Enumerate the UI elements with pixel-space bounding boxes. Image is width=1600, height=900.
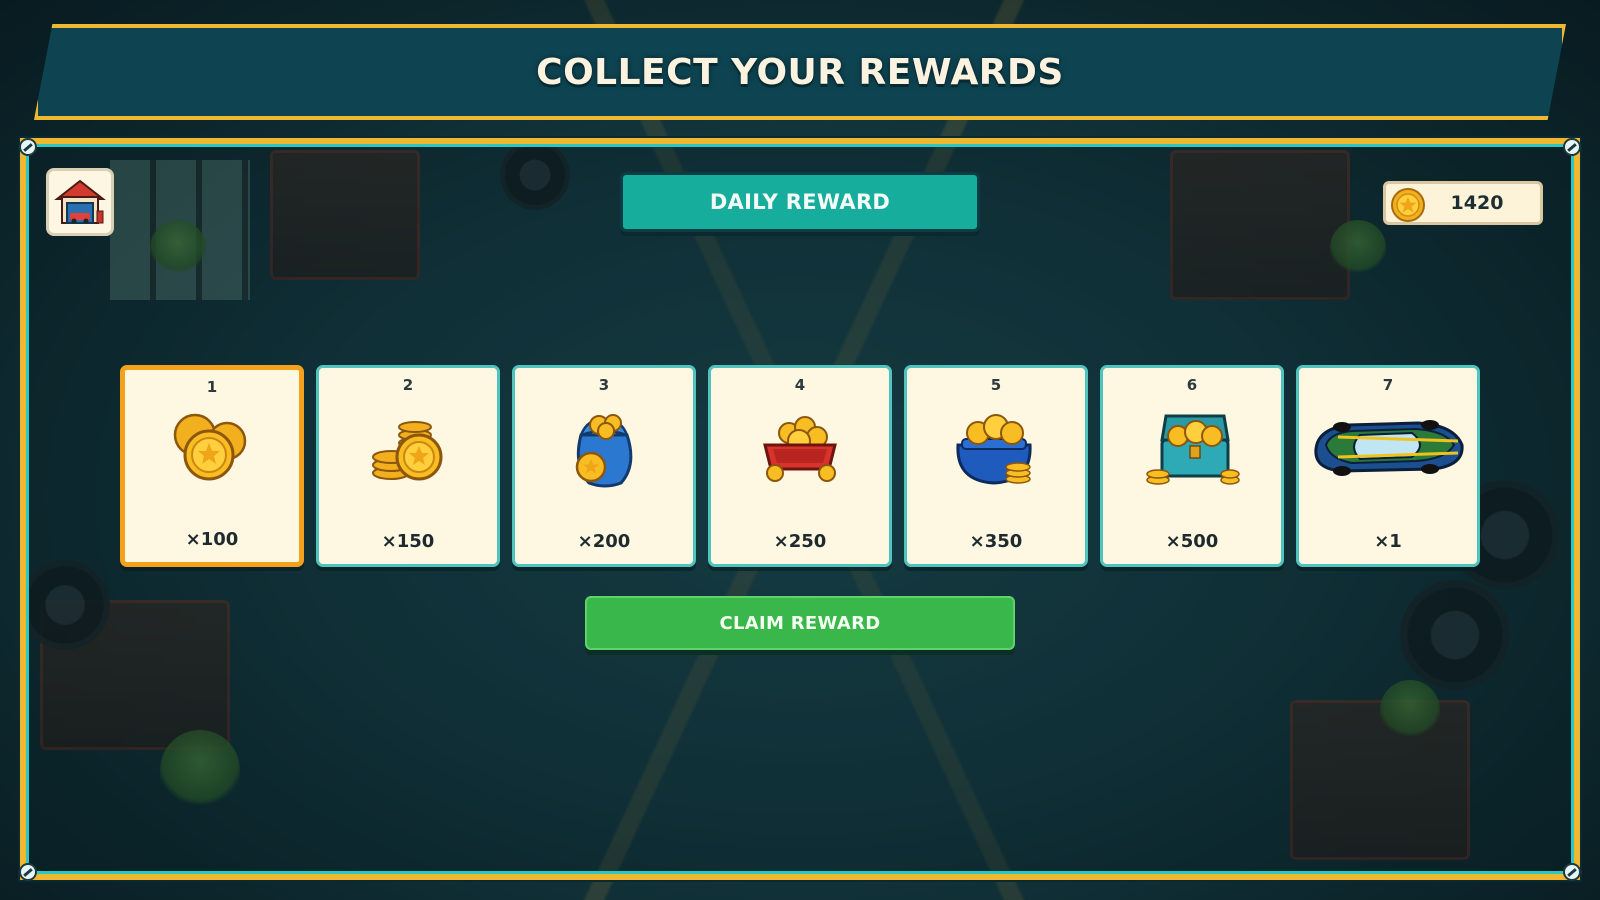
tab-daily-reward-label: DAILY REWARD — [709, 190, 891, 214]
reward-amount: ×500 — [1165, 531, 1219, 552]
claim-reward-button[interactable]: CLAIM REWARD — [585, 596, 1015, 650]
rivet-top-left — [19, 138, 37, 156]
gold-coin-icon — [1391, 188, 1425, 222]
coin-sack-icon — [956, 414, 1032, 485]
reward-day-number: 3 — [598, 376, 610, 394]
reward-amount: ×150 — [381, 531, 435, 552]
coin-bag-icon — [575, 414, 633, 488]
reward-card-day-3[interactable]: 3 ×200 — [512, 365, 696, 567]
title-banner: COLLECT YOUR REWARDS — [34, 24, 1566, 120]
reward-card-day-2[interactable]: 2 ×150 — [316, 365, 500, 567]
treasure-chest-icon — [1146, 414, 1240, 485]
reward-art — [907, 402, 1085, 492]
reward-amount: ×100 — [185, 529, 239, 550]
reward-art — [1103, 402, 1281, 492]
reward-day-number: 5 — [990, 376, 1002, 394]
garage-icon — [54, 179, 106, 224]
reward-card-day-1[interactable]: 1 ×100 — [120, 365, 304, 567]
rivet-top-right — [1563, 138, 1581, 156]
claim-reward-label: CLAIM REWARD — [719, 612, 881, 634]
sports-car-icon — [1314, 420, 1464, 476]
coin-tray-icon — [763, 416, 837, 482]
tab-daily-reward[interactable]: DAILY REWARD — [620, 172, 980, 232]
reward-day-number: 4 — [794, 376, 806, 394]
reward-amount: ×1 — [1374, 531, 1402, 552]
reward-card-day-7[interactable]: 7 ×1 — [1296, 365, 1480, 567]
reward-art — [1299, 402, 1477, 492]
reward-day-number: 2 — [402, 376, 414, 394]
reward-art — [515, 402, 693, 492]
coin-pile-icon — [173, 413, 247, 481]
reward-art — [125, 404, 299, 494]
reward-art — [711, 402, 889, 492]
reward-art — [319, 402, 497, 492]
reward-day-number: 1 — [206, 378, 218, 396]
reward-card-day-6[interactable]: 6 ×500 — [1100, 365, 1284, 567]
garage-button[interactable] — [46, 168, 114, 236]
rivet-bottom-left — [19, 863, 37, 881]
reward-amount: ×250 — [773, 531, 827, 552]
reward-cards: 1 ×100 2 ×150 3 ×200 4 ×250 5 ×350 6 ×50… — [120, 365, 1480, 567]
rivet-bottom-right — [1563, 863, 1581, 881]
coin-balance: 1420 — [1383, 181, 1543, 225]
coin-stack-icon — [372, 421, 443, 481]
reward-amount: ×200 — [577, 531, 631, 552]
reward-day-number: 7 — [1382, 376, 1394, 394]
reward-card-day-4[interactable]: 4 ×250 — [708, 365, 892, 567]
reward-amount: ×350 — [969, 531, 1023, 552]
reward-day-number: 6 — [1186, 376, 1198, 394]
reward-card-day-5[interactable]: 5 ×350 — [904, 365, 1088, 567]
page-title: COLLECT YOUR REWARDS — [536, 51, 1064, 93]
